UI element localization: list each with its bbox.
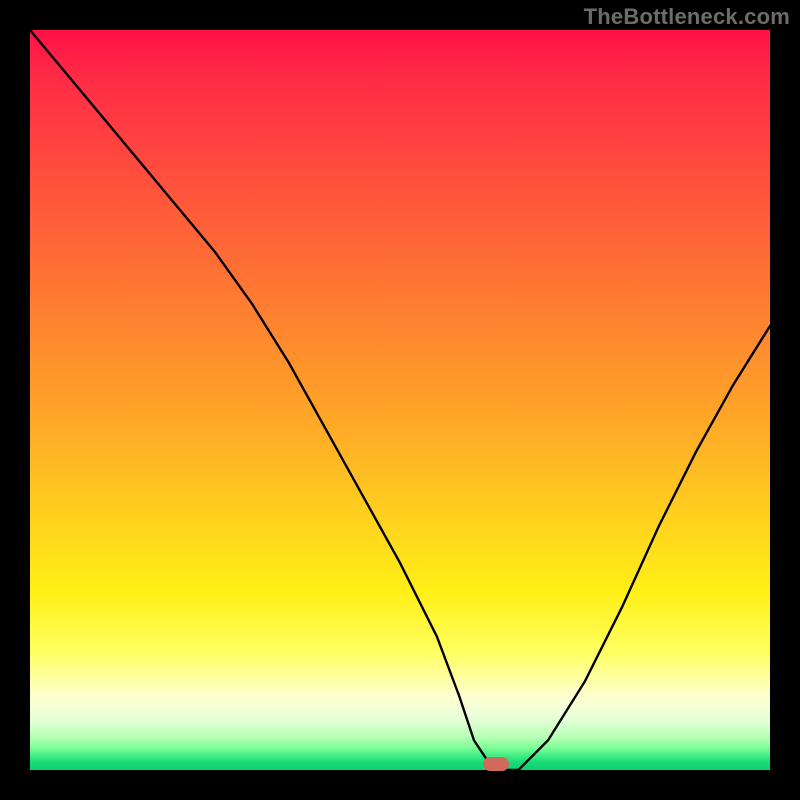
optimal-marker bbox=[483, 757, 509, 771]
curve-path bbox=[30, 30, 770, 770]
plot-area bbox=[30, 30, 770, 770]
bottleneck-curve bbox=[30, 30, 770, 770]
chart-frame: TheBottleneck.com bbox=[0, 0, 800, 800]
watermark-text: TheBottleneck.com bbox=[584, 4, 790, 30]
